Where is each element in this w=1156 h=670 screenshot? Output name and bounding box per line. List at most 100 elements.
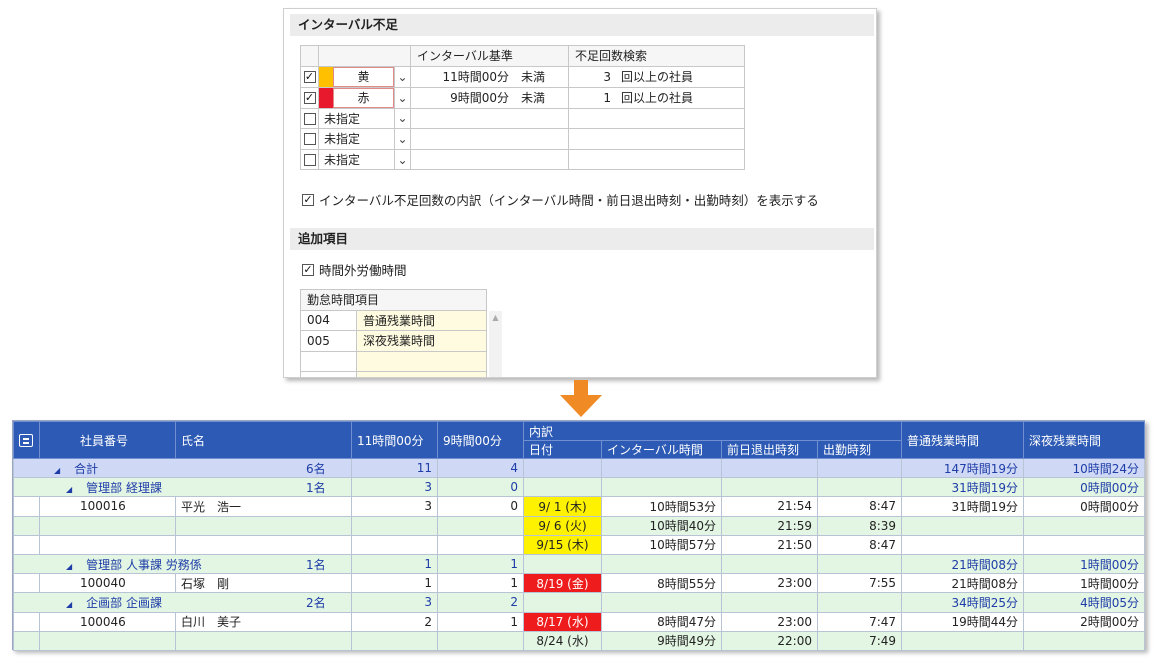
table-row[interactable]: 100046 白川 美子 2 1 8/17 (水) 8時間47分 23:00 7:47 19時間…: [13, 611, 1146, 632]
interval-time-cell[interactable]: 9時間49分: [601, 630, 722, 651]
interval-basis-cell[interactable]: [410, 148, 569, 171]
emp-no-cell[interactable]: 100046: [39, 611, 176, 632]
header-emp-no[interactable]: 社員番号: [39, 421, 176, 459]
interval-time-cell[interactable]: 10時間53分: [601, 496, 722, 517]
interval-basis-cell[interactable]: 11時間00分 未満: [410, 65, 569, 88]
normal-ot-cell[interactable]: [901, 515, 1025, 536]
interval-basis-cell[interactable]: 9時間00分 未満: [410, 86, 569, 109]
interval-row-check[interactable]: ✓: [300, 65, 319, 88]
leave-item-code[interactable]: 005: [300, 330, 357, 352]
count-9h-cell[interactable]: 1: [437, 611, 524, 632]
chevron-down-icon[interactable]: ⌄: [394, 128, 411, 150]
prev-exit-cell[interactable]: [721, 553, 818, 575]
leave-row[interactable]: [300, 350, 487, 373]
night-ot-cell[interactable]: 0時間00分: [1023, 496, 1146, 517]
prev-exit-cell[interactable]: 22:00: [721, 630, 818, 651]
interval-color-select[interactable]: 未指定: [318, 107, 395, 130]
checkbox-icon[interactable]: [303, 154, 316, 167]
normal-ot-cell[interactable]: 19時間44分: [901, 611, 1025, 632]
prev-exit-cell[interactable]: [721, 592, 818, 613]
emp-name-cell[interactable]: 石塚 剛: [175, 573, 352, 594]
count-11h-cell[interactable]: 3: [351, 477, 438, 498]
normal-ot-cell[interactable]: 21時間08分: [901, 573, 1025, 594]
clock-in-cell[interactable]: 8:39: [816, 515, 903, 536]
clock-in-cell[interactable]: [816, 553, 903, 575]
count-9h-cell[interactable]: 0: [437, 496, 524, 517]
table-row[interactable]: 8/24 (水) 9時間49分 22:00 7:49: [13, 630, 1146, 651]
overtime-option[interactable]: ✓ 時間外労働時間: [302, 260, 407, 279]
night-ot-cell[interactable]: 0時間00分: [1023, 477, 1146, 498]
breakdown-option[interactable]: ✓ インターバル不足回数の内訳（インターバル時間・前日退出時刻・出勤時刻）を表示…: [302, 190, 819, 209]
date-cell[interactable]: 9/ 1 (木): [523, 496, 602, 517]
night-ot-cell[interactable]: 10時間24分: [1023, 457, 1146, 479]
header-11h[interactable]: 11時間00分: [351, 421, 438, 459]
night-ot-cell[interactable]: 2時間00分: [1023, 611, 1146, 632]
date-cell[interactable]: [523, 477, 602, 498]
breakdown-checkbox-icon[interactable]: ✓: [302, 193, 314, 206]
count-9h-cell[interactable]: 1: [437, 553, 524, 575]
normal-ot-cell[interactable]: 34時間25分: [901, 592, 1025, 613]
date-cell[interactable]: 9/ 6 (火): [523, 515, 602, 536]
emp-name-cell[interactable]: 白川 美子: [175, 611, 352, 632]
checkbox-icon[interactable]: [303, 133, 316, 146]
clock-in-cell[interactable]: 7:49: [816, 630, 903, 651]
night-ot-cell[interactable]: 4時間05分: [1023, 592, 1146, 613]
header-normal-ot[interactable]: 普通残業時間: [901, 421, 1025, 459]
interval-time-cell[interactable]: [601, 457, 722, 479]
chevron-down-icon[interactable]: ⌄: [394, 86, 411, 109]
count-11h-cell[interactable]: 2: [351, 611, 438, 632]
date-cell[interactable]: 8/17 (水): [523, 611, 602, 632]
leave-item-code[interactable]: [300, 350, 357, 373]
prev-exit-cell[interactable]: 21:54: [721, 496, 818, 517]
emp-name-cell[interactable]: 平光 浩一: [175, 496, 352, 517]
prev-exit-cell[interactable]: 21:59: [721, 515, 818, 536]
date-cell[interactable]: 9/15 (木): [523, 534, 602, 555]
group-label-cell[interactable]: ◢ 合計 6名: [13, 457, 352, 479]
chevron-down-icon[interactable]: ⌄: [394, 107, 411, 130]
group-label-cell[interactable]: ◢ 管理部 人事課 労務係 1名: [13, 553, 352, 575]
table-row[interactable]: 9/15 (木) 10時間57分 21:50 8:47: [13, 534, 1146, 555]
normal-ot-cell[interactable]: 21時間08分: [901, 553, 1025, 575]
header-9h[interactable]: 9時間00分: [437, 421, 524, 459]
header-prev-exit[interactable]: 前日退出時刻: [721, 440, 818, 459]
clock-in-cell[interactable]: [816, 477, 903, 498]
header-name[interactable]: 氏名: [175, 421, 352, 459]
count-9h-cell[interactable]: 2: [437, 592, 524, 613]
clock-in-cell[interactable]: 8:47: [816, 534, 903, 555]
date-cell[interactable]: [523, 457, 602, 479]
clock-in-cell[interactable]: [816, 592, 903, 613]
date-cell[interactable]: 8/24 (水): [523, 630, 602, 651]
chevron-down-icon[interactable]: ⌄: [394, 148, 411, 171]
interval-count-cell[interactable]: [568, 128, 745, 150]
count-11h-cell[interactable]: 11: [351, 457, 438, 479]
night-ot-cell[interactable]: [1023, 515, 1146, 536]
interval-basis-cell[interactable]: [410, 107, 569, 130]
date-cell[interactable]: [523, 592, 602, 613]
normal-ot-cell[interactable]: 31時間19分: [901, 496, 1025, 517]
table-row[interactable]: 100016 平光 浩一 3 0 9/ 1 (木) 10時間53分 21:54 8:47 31時…: [13, 496, 1146, 517]
clock-in-cell[interactable]: 8:47: [816, 496, 903, 517]
clock-in-cell[interactable]: 7:47: [816, 611, 903, 632]
expand-triangle-icon[interactable]: ◢: [66, 485, 72, 494]
normal-ot-cell[interactable]: 31時間19分: [901, 477, 1025, 498]
interval-color-select[interactable]: 黄: [318, 65, 395, 88]
tree-collapse-icon[interactable]: [13, 421, 40, 459]
interval-count-cell[interactable]: 1 回以上の社員: [568, 86, 745, 109]
night-ot-cell[interactable]: 1時間00分: [1023, 553, 1146, 575]
overtime-checkbox-icon[interactable]: ✓: [302, 263, 314, 276]
leave-item-code[interactable]: [300, 371, 357, 377]
group-label-cell[interactable]: ◢ 企画部 企画課 2名: [13, 592, 352, 613]
interval-time-cell[interactable]: 8時間55分: [601, 573, 722, 594]
interval-row-check[interactable]: [300, 128, 319, 150]
interval-time-cell[interactable]: [601, 477, 722, 498]
leave-item-code[interactable]: 004: [300, 309, 357, 332]
chevron-down-icon[interactable]: ⌄: [394, 65, 411, 88]
table-row[interactable]: 100040 石塚 剛 1 1 8/19 (金) 8時間55分 23:00 7:55 21時間0…: [13, 573, 1146, 594]
interval-color-select[interactable]: 未指定: [318, 148, 395, 171]
header-interval[interactable]: インターバル時間: [601, 440, 722, 459]
leave-row[interactable]: 004 普通残業時間: [300, 309, 487, 332]
expand-triangle-icon[interactable]: ◢: [66, 600, 72, 609]
group-label-cell[interactable]: ◢ 管理部 経理課 1名: [13, 477, 352, 498]
date-cell[interactable]: [523, 553, 602, 575]
normal-ot-cell[interactable]: [901, 534, 1025, 555]
